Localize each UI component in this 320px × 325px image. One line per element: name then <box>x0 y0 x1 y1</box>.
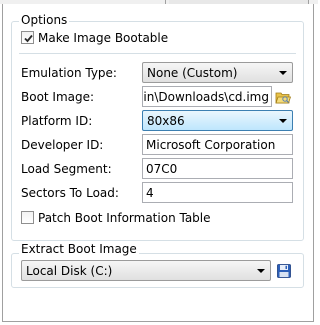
platform-id-dropdown[interactable]: 80x86 <box>142 110 293 131</box>
sectors-to-load-value: 4 <box>146 186 154 200</box>
options-group <box>11 21 304 241</box>
options-group-title: Options <box>19 13 70 27</box>
load-segment-value: 07C0 <box>146 162 178 176</box>
extract-drive-dropdown[interactable]: Local Disk (C:) <box>21 260 271 281</box>
load-segment-field[interactable]: 07C0 <box>142 158 293 179</box>
load-segment-label: Load Segment: <box>21 162 112 176</box>
patch-boot-info-label[interactable]: Patch Boot Information Table <box>38 210 211 226</box>
extract-group-title: Extract Boot Image <box>19 242 139 256</box>
floppy-disk-save-icon[interactable] <box>276 263 292 279</box>
emulation-type-label: Emulation Type: <box>21 66 117 80</box>
platform-id-label: Platform ID: <box>21 114 93 128</box>
patch-boot-info-checkbox[interactable] <box>21 211 34 224</box>
emulation-type-value: None (Custom) <box>147 66 238 80</box>
sectors-to-load-label: Sectors To Load: <box>21 186 119 200</box>
developer-id-label: Developer ID: <box>21 138 104 152</box>
make-bootable-label[interactable]: Make Image Bootable <box>38 30 168 46</box>
boot-image-label: Boot Image: <box>21 90 95 104</box>
chevron-down-icon <box>257 269 265 273</box>
folder-open-icon[interactable] <box>275 89 291 105</box>
boot-options-panel: Options Make Image Bootable Emulation Ty… <box>2 4 314 322</box>
emulation-type-dropdown[interactable]: None (Custom) <box>142 62 293 83</box>
options-separator <box>19 53 296 54</box>
boot-image-field[interactable]: rain\Downloads\cd.img <box>142 86 272 107</box>
developer-id-value: Microsoft Corporation <box>146 138 276 152</box>
platform-id-value: 80x86 <box>147 114 185 128</box>
sectors-to-load-field[interactable]: 4 <box>142 182 293 203</box>
boot-image-value: rain\Downloads\cd.img <box>142 90 269 104</box>
developer-id-field[interactable]: Microsoft Corporation <box>142 134 293 155</box>
make-bootable-checkbox[interactable] <box>21 31 34 44</box>
chevron-down-icon <box>279 119 287 123</box>
extract-drive-value: Local Disk (C:) <box>26 264 113 278</box>
chevron-down-icon <box>279 71 287 75</box>
checkmark-icon <box>24 34 33 43</box>
